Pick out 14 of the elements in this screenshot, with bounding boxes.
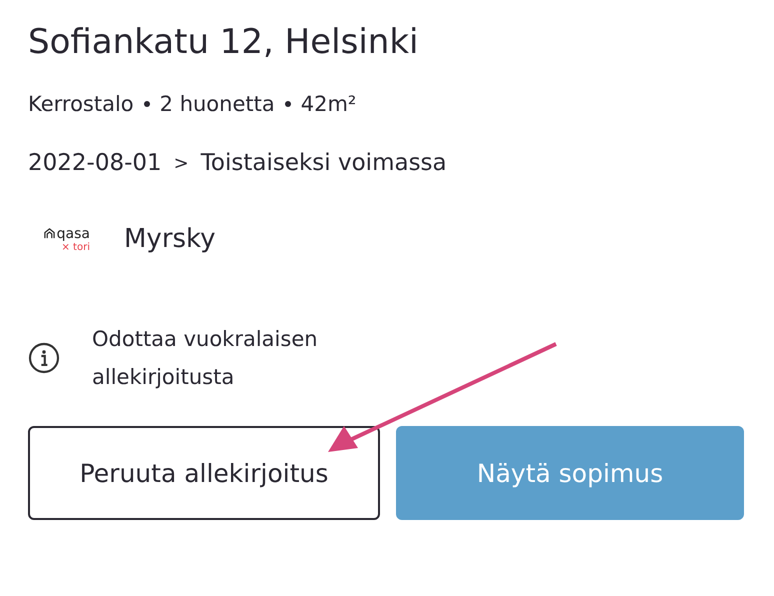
separator-dot — [284, 101, 291, 107]
chevron-icon: > — [174, 152, 189, 174]
qasa-logo: qasa × tori — [28, 226, 90, 252]
detail-text: 42m² — [300, 92, 356, 116]
info-icon — [28, 342, 60, 374]
end-date: Toistaiseksi voimassa — [200, 150, 447, 176]
cancel-signature-button[interactable]: Peruuta allekirjoitus — [28, 426, 380, 520]
listing-title: Sofiankatu 12, Helsinki — [28, 22, 420, 64]
start-date: 2022-08-01 — [28, 150, 162, 176]
landlord-name: Myrsky — [124, 224, 216, 254]
status-text: Odottaa vuokralaisen allekirjoitusta — [92, 326, 319, 391]
detail-text: 2 huonetta — [160, 92, 275, 116]
separator-dot — [144, 101, 150, 107]
detail-text: Kerrostalo — [28, 92, 134, 116]
